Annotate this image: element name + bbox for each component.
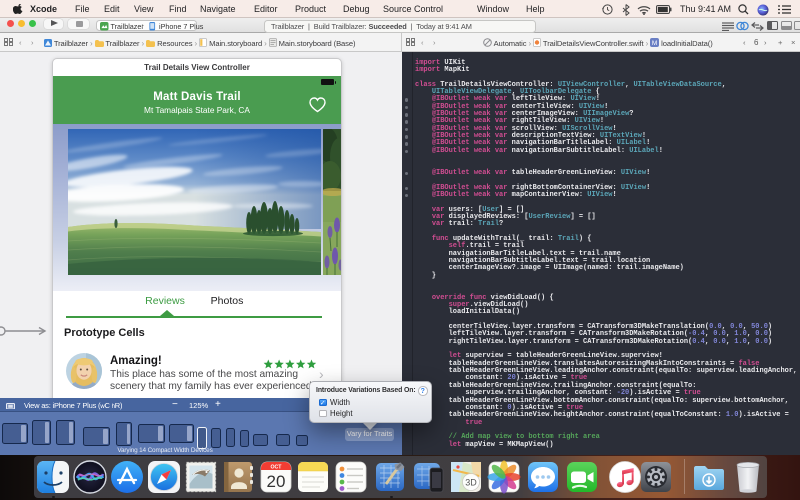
svg-text:OCT: OCT: [271, 465, 283, 471]
svg-text:20: 20: [267, 472, 286, 491]
svg-text:3D: 3D: [465, 478, 477, 488]
svg-text:M: M: [652, 40, 657, 47]
